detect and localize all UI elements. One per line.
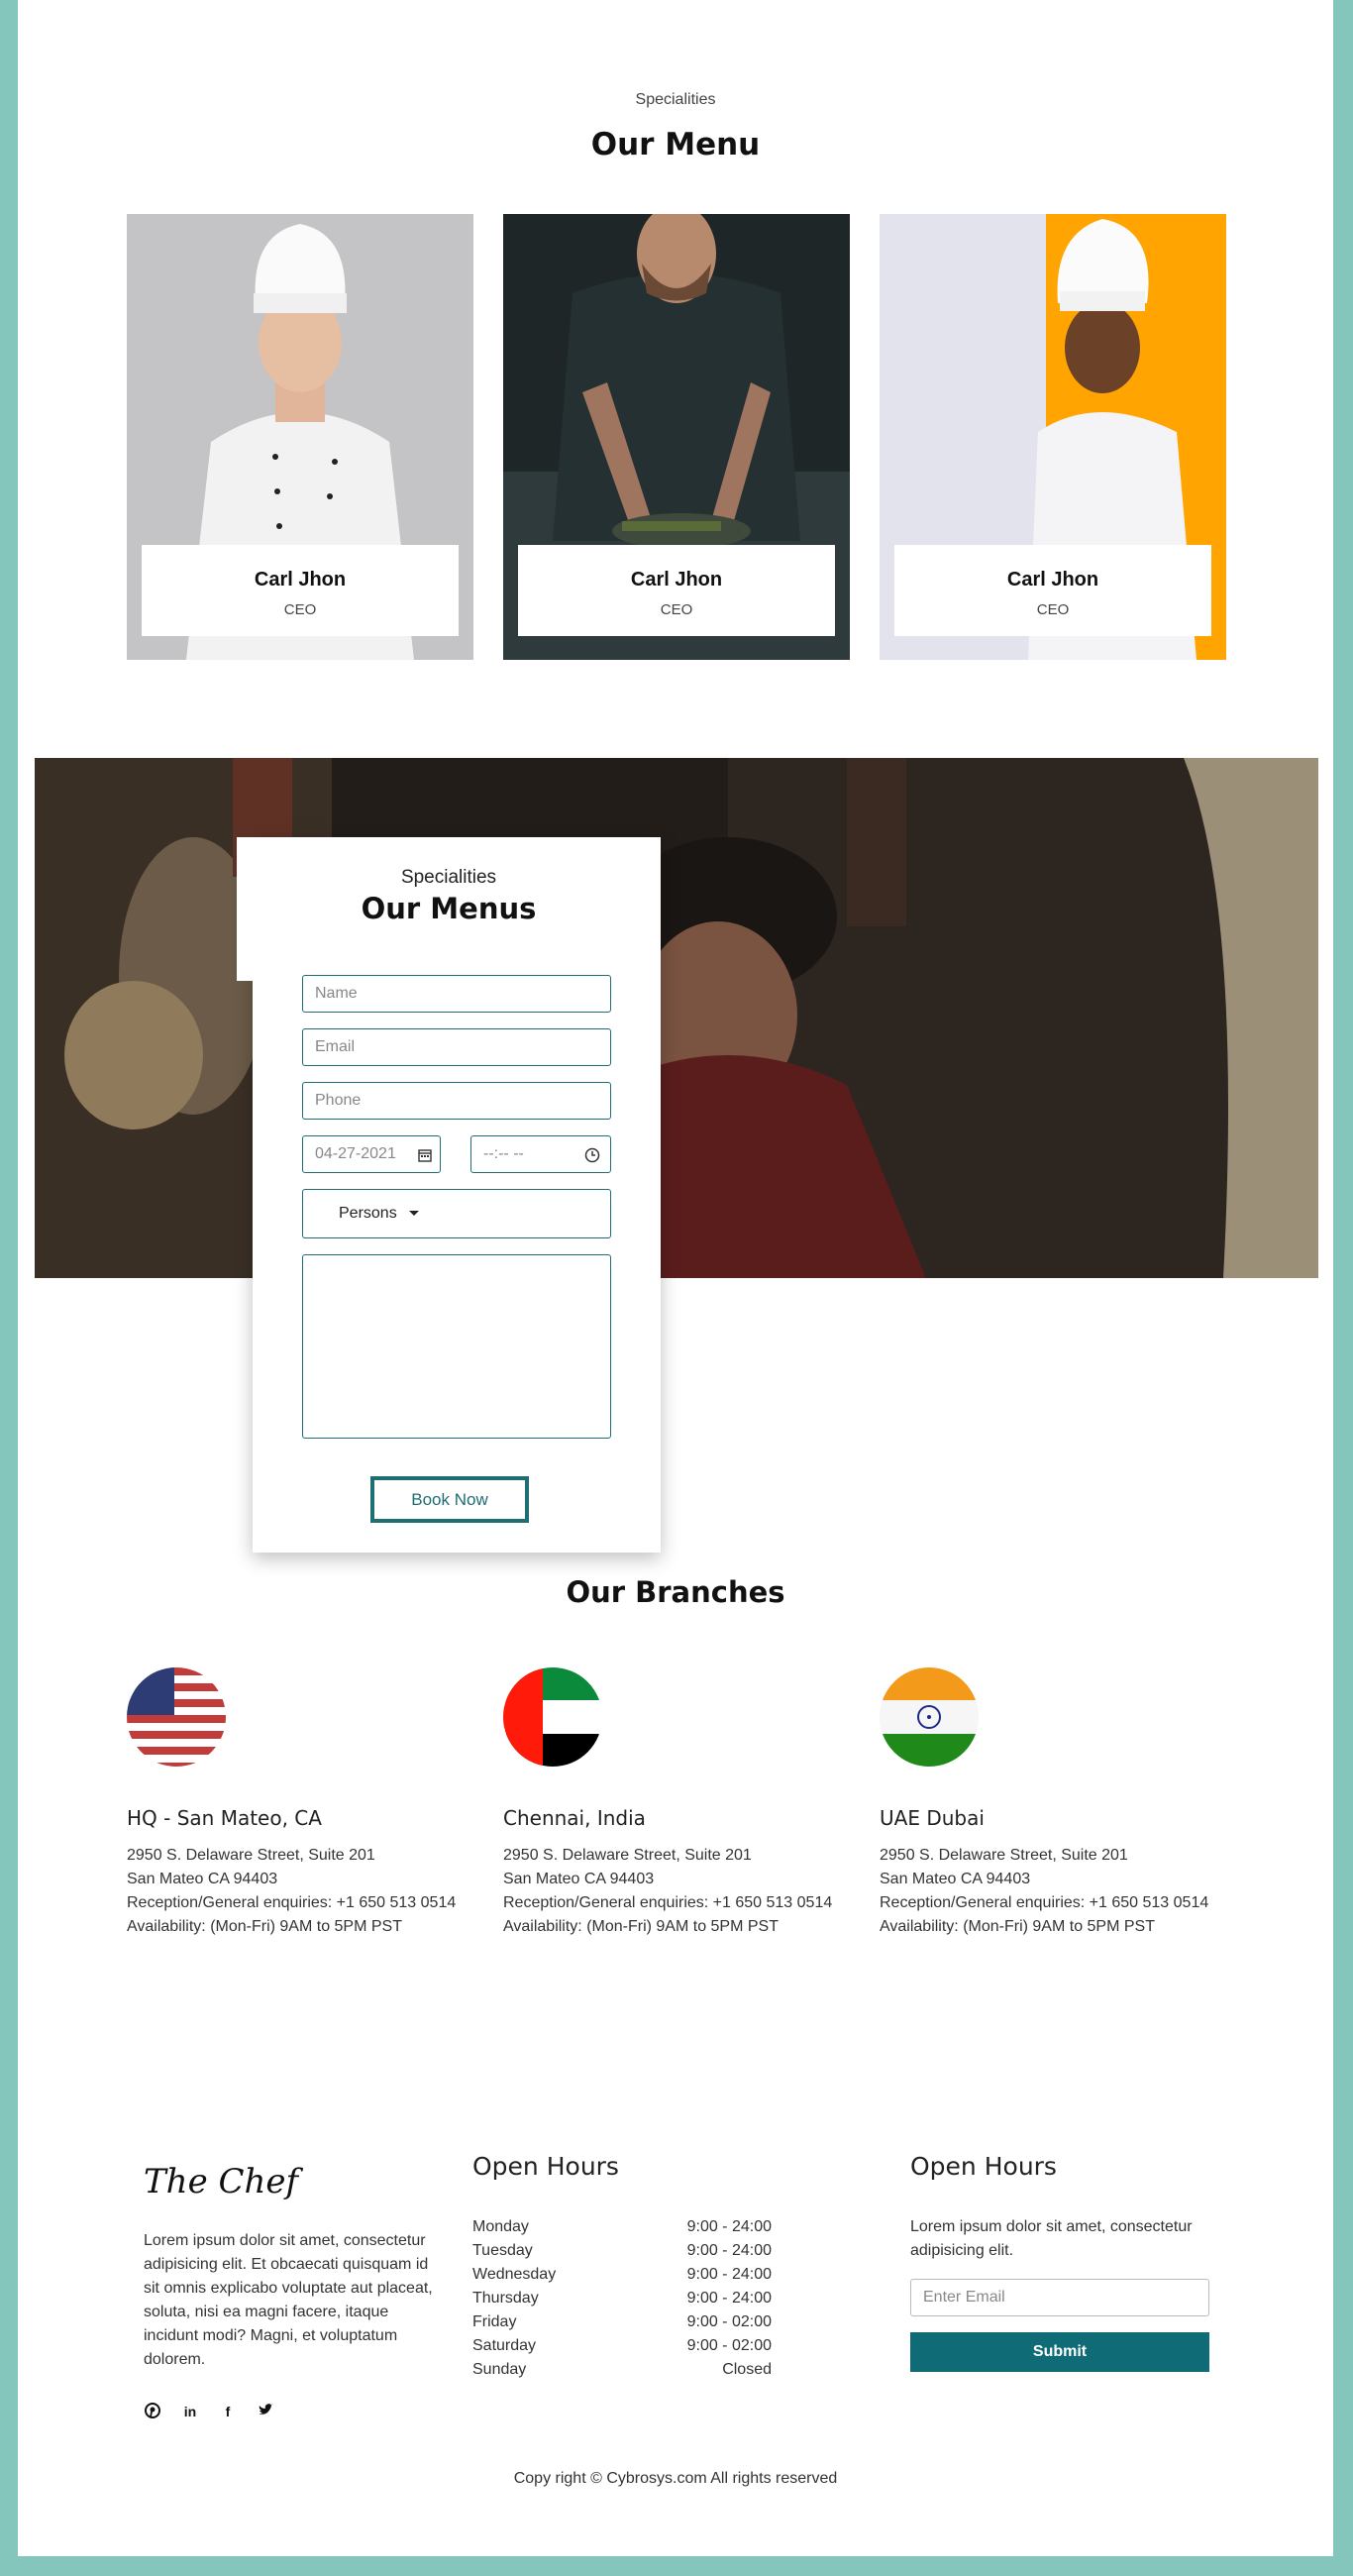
- hours-row: Sunday Closed: [472, 2358, 772, 2382]
- submit-button[interactable]: Submit: [910, 2332, 1209, 2372]
- facebook-icon[interactable]: f: [219, 2403, 237, 2420]
- branch-street: 2950 S. Delaware Street, Suite 201: [503, 1847, 752, 1864]
- hours-day: Thursday: [472, 2290, 539, 2307]
- card-label: Carl Jhon CEO: [518, 545, 835, 636]
- brand-logo[interactable]: The Chef: [144, 2162, 298, 2201]
- menu-title: Our Menu: [590, 127, 761, 162]
- name-field[interactable]: Name: [302, 975, 611, 1013]
- hours-row: Tuesday 9:00 - 24:00: [472, 2239, 772, 2263]
- time-field[interactable]: --:-- --: [470, 1135, 611, 1173]
- hours-day: Monday: [472, 2218, 529, 2235]
- chef-name: Carl Jhon: [1006, 569, 1099, 590]
- calendar-icon[interactable]: [418, 1148, 432, 1162]
- clock-icon[interactable]: [584, 1147, 600, 1163]
- reservation-form: Specialities Our Menus Name Email Phone …: [237, 837, 661, 1553]
- hours-time: 9:00 - 02:00: [686, 2337, 772, 2354]
- branch-hours: Availability: (Mon-Fri) 9AM to 5PM PST: [503, 1918, 779, 1935]
- twitter-icon[interactable]: [257, 2403, 274, 2420]
- newsletter-title: Open Hours: [910, 2152, 1057, 2181]
- card-label: Carl Jhon CEO: [894, 545, 1211, 636]
- card-label: Carl Jhon CEO: [142, 545, 459, 636]
- hours-row: Friday 9:00 - 02:00: [472, 2310, 772, 2334]
- hours-day: Wednesday: [472, 2266, 557, 2283]
- hours-day: Friday: [472, 2313, 517, 2330]
- form-header: Specialities Our Menus: [237, 837, 661, 981]
- copyright: Copy right © Cybrosys.com All rights res…: [513, 2470, 838, 2487]
- email-input[interactable]: Enter Email: [910, 2279, 1209, 2316]
- phone-field[interactable]: Phone: [302, 1082, 611, 1120]
- hours-time: 9:00 - 24:00: [686, 2218, 772, 2235]
- date-value: 04-27-2021: [315, 1145, 396, 1162]
- hours-time: 9:00 - 24:00: [686, 2290, 772, 2307]
- team-card[interactable]: Carl Jhon CEO: [880, 214, 1226, 660]
- branch-card: Chennai, India 2950 S. Delaware Street, …: [503, 1667, 880, 1939]
- branch-city: San Mateo CA 94403: [880, 1871, 1031, 1887]
- branch-street: 2950 S. Delaware Street, Suite 201: [127, 1847, 375, 1864]
- menu-kicker: Specialities: [635, 91, 716, 108]
- form-title: Our Menus: [361, 892, 537, 925]
- chef-name: Carl Jhon: [630, 569, 723, 590]
- branch-street: 2950 S. Delaware Street, Suite 201: [880, 1847, 1128, 1864]
- hours-row: Thursday 9:00 - 24:00: [472, 2287, 772, 2310]
- hours-title: Open Hours: [472, 2152, 619, 2181]
- branches-title: Our Branches: [566, 1575, 785, 1609]
- branch-hours: Availability: (Mon-Fri) 9AM to 5PM PST: [880, 1918, 1155, 1935]
- india-flag-icon: [880, 1667, 979, 1767]
- hours-row: Monday 9:00 - 24:00: [472, 2215, 772, 2239]
- team-card[interactable]: Carl Jhon CEO: [127, 214, 473, 660]
- branch-city: San Mateo CA 94403: [127, 1871, 278, 1887]
- hours-day: Saturday: [472, 2337, 537, 2354]
- page-frame: Specialities Our Menu Carl Jhon CEO Carl…: [18, 0, 1333, 2556]
- message-textarea[interactable]: [302, 1254, 611, 1439]
- chef-name: Carl Jhon: [254, 569, 347, 590]
- chef-role: CEO: [1036, 601, 1070, 618]
- form-kicker: Specialities: [400, 867, 497, 888]
- hours-time: 9:00 - 02:00: [686, 2313, 772, 2330]
- branch-card: HQ - San Mateo, CA 2950 S. Delaware Stre…: [127, 1667, 503, 1939]
- email-field[interactable]: Email: [302, 1028, 611, 1066]
- branch-phone: Reception/General enquiries: +1 650 513 …: [503, 1894, 833, 1911]
- date-field[interactable]: 04-27-2021: [302, 1135, 441, 1173]
- chef-role: CEO: [660, 601, 693, 618]
- hours-table: Monday 9:00 - 24:00 Tuesday 9:00 - 24:00 W…: [472, 2215, 772, 2382]
- persons-label: Persons: [339, 1205, 397, 1222]
- usa-flag-icon: [127, 1667, 226, 1767]
- branch-hours: Availability: (Mon-Fri) 9AM to 5PM PST: [127, 1918, 402, 1935]
- branch-card: UAE Dubai 2950 S. Delaware Street, Suite…: [880, 1667, 1256, 1939]
- hours-time: Closed: [722, 2361, 772, 2378]
- branch-name: Chennai, India: [503, 1806, 646, 1830]
- team-card[interactable]: Carl Jhon CEO: [503, 214, 850, 660]
- hours-day: Sunday: [472, 2361, 527, 2378]
- branch-name: HQ - San Mateo, CA: [127, 1806, 322, 1830]
- book-now-button[interactable]: Book Now: [370, 1476, 529, 1523]
- hours-row: Saturday 9:00 - 02:00: [472, 2334, 772, 2358]
- reservation-banner: [35, 758, 1318, 1278]
- restaurant-photo: [35, 758, 1318, 1278]
- linkedin-icon[interactable]: in: [181, 2403, 199, 2420]
- hours-time: 9:00 - 24:00: [686, 2266, 772, 2283]
- chef-role: CEO: [283, 601, 317, 618]
- time-value: --:-- --: [483, 1145, 524, 1162]
- hours-time: 9:00 - 24:00: [686, 2242, 772, 2259]
- branch-phone: Reception/General enquiries: +1 650 513 …: [880, 1894, 1209, 1911]
- caret-down-icon: [409, 1211, 420, 1217]
- persons-dropdown[interactable]: Persons: [302, 1189, 611, 1238]
- branch-name: UAE Dubai: [880, 1806, 985, 1830]
- branch-city: San Mateo CA 94403: [503, 1871, 655, 1887]
- footer-about: Lorem ipsum dolor sit amet, consectetur …: [144, 2232, 433, 2368]
- pinterest-icon[interactable]: [144, 2403, 161, 2420]
- uae-flag-icon: [503, 1667, 602, 1767]
- branch-phone: Reception/General enquiries: +1 650 513 …: [127, 1894, 457, 1911]
- newsletter-text: Lorem ipsum dolor sit amet, consectetur …: [910, 2218, 1193, 2259]
- hours-day: Tuesday: [472, 2242, 533, 2259]
- social-links: in f: [144, 2403, 274, 2420]
- hours-row: Wednesday 9:00 - 24:00: [472, 2263, 772, 2287]
